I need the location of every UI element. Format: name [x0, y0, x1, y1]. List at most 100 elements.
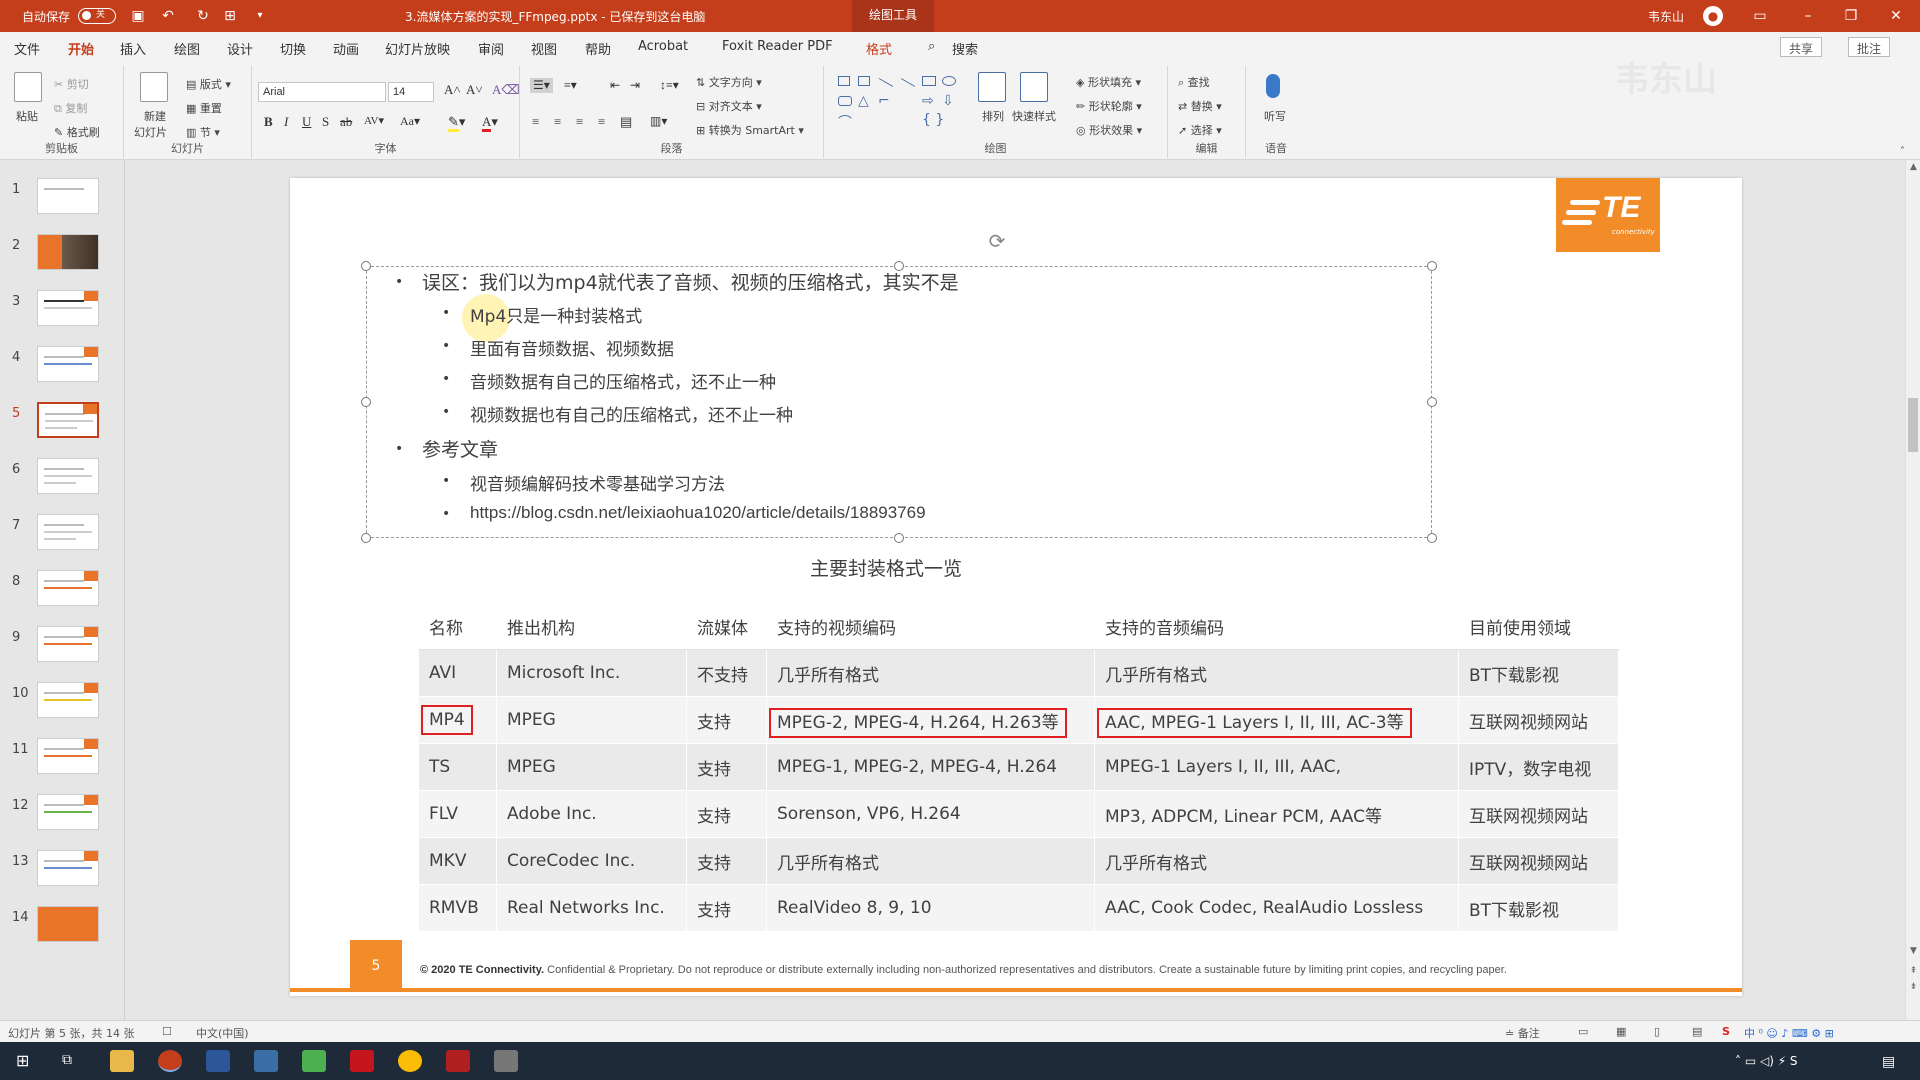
increase-indent-icon[interactable]: ⇥ [630, 78, 640, 93]
arrange-icon[interactable] [978, 72, 1006, 102]
slide-sorter-view-icon[interactable]: ▦ [1616, 1025, 1626, 1038]
connector-shape-icon[interactable]: ⌐ [878, 93, 890, 109]
brace-shape-icon[interactable]: { } [922, 112, 944, 128]
ime-logo-icon[interactable]: S [1722, 1025, 1730, 1038]
bullet-level2[interactable]: Mp4只是一种封装格式 [470, 302, 642, 327]
tab-design[interactable]: 设计 [227, 39, 253, 58]
shape-outline-button[interactable]: ✏ 形状轮廓 ▾ [1076, 98, 1142, 114]
bullet-level2[interactable]: 里面有音频数据、视频数据 [470, 335, 674, 360]
autosave-toggle[interactable]: 关 [78, 8, 116, 24]
powerpoint-icon[interactable] [158, 1050, 182, 1072]
shapes-gallery[interactable]: △ ⌐ ⇨ ⇩ ⌒ { } [838, 74, 968, 134]
slide-thumbnail[interactable]: 2 [0, 234, 125, 286]
slide-thumbnail[interactable]: 1 [0, 178, 125, 230]
redo-icon[interactable]: ↻ [195, 8, 211, 24]
bullet-level1[interactable]: 误区：我们以为mp4就代表了音频、视频的压缩格式，其实不是 [422, 268, 959, 295]
resize-handle[interactable] [361, 397, 371, 407]
ime-toolbar-icon[interactable]: 中 ⁰ ☺ ♪ ⌨ ⚙ ⊞ [1744, 1025, 1834, 1041]
tab-file[interactable]: 文件 [14, 39, 40, 58]
search-box[interactable]: 搜索 [952, 39, 978, 58]
tab-transitions[interactable]: 切换 [280, 39, 306, 58]
cut-button[interactable]: ✂ 剪切 [54, 76, 89, 92]
notification-center-icon[interactable]: ▤ [1882, 1054, 1895, 1070]
align-text-button[interactable]: ⊟ 对齐文本 ▾ [696, 98, 762, 114]
italic-icon[interactable]: I [284, 114, 288, 130]
copy-button[interactable]: ⧉ 复制 [54, 100, 87, 116]
oval-shape-icon[interactable] [942, 76, 956, 86]
tray-icons[interactable]: ˄ ▭ ◁) ⚡ S [1735, 1054, 1798, 1068]
tab-animations[interactable]: 动画 [333, 39, 359, 58]
columns-icon[interactable]: ▥▾ [650, 114, 667, 129]
slideshow-view-icon[interactable]: ▤ [1692, 1025, 1702, 1038]
notes-button[interactable]: ≐ 备注 [1505, 1025, 1540, 1041]
align-right-icon[interactable]: ≡ [576, 114, 583, 130]
resize-handle[interactable] [1427, 533, 1437, 543]
avatar[interactable]: ● [1703, 6, 1723, 26]
scrollbar-thumb[interactable] [1908, 398, 1918, 452]
font-name-select[interactable]: Arial [258, 82, 386, 102]
text-direction-button[interactable]: ⇅ 文字方向 ▾ [696, 74, 762, 90]
triangle-shape-icon[interactable]: △ [858, 93, 869, 109]
replace-button[interactable]: ⇄ 替换 ▾ [1178, 98, 1222, 114]
paste-button[interactable]: 粘贴 [16, 108, 38, 124]
rounded-rectangle-shape-icon[interactable] [838, 96, 852, 106]
presentation-icon[interactable]: ⊞ [222, 8, 238, 24]
resize-handle[interactable] [1427, 261, 1437, 271]
underline-icon[interactable]: U [302, 114, 311, 130]
strikethrough-icon[interactable]: ab [340, 114, 352, 130]
increase-font-size-icon[interactable]: A˄ [444, 82, 461, 98]
slide-thumbnail[interactable]: 3 [0, 290, 125, 342]
bullet-level2[interactable]: 视频数据也有自己的压缩格式，还不止一种 [470, 401, 793, 426]
freeform-shape-icon[interactable]: ⌒ [838, 112, 852, 132]
tab-format[interactable]: 格式 [866, 39, 892, 58]
align-left-icon[interactable]: ≡ [532, 114, 539, 130]
resize-handle[interactable] [361, 261, 371, 271]
slide-thumbnail[interactable]: 6 [0, 458, 125, 510]
new-slide-icon[interactable] [140, 72, 168, 102]
search-icon[interactable]: ⌕ [928, 39, 935, 54]
slide-thumbnail[interactable]: 4 [0, 346, 125, 398]
taskbar-app-icon[interactable] [254, 1050, 278, 1072]
file-explorer-icon[interactable] [110, 1050, 134, 1072]
restore-icon[interactable]: ❐ [1843, 8, 1859, 24]
clear-formatting-icon[interactable]: A⌫ [492, 82, 520, 98]
windows-start-icon[interactable]: ⊞ [16, 1051, 29, 1070]
scroll-down-icon[interactable]: ▼ [1908, 946, 1919, 956]
reference-link[interactable]: https://blog.csdn.net/leixiaohua1020/art… [470, 503, 926, 523]
tab-help[interactable]: 帮助 [585, 39, 611, 58]
change-case-icon[interactable]: Aa▾ [400, 114, 420, 129]
new-slide-button[interactable]: 新建 [144, 108, 166, 124]
taskbar-app-icon[interactable] [446, 1050, 470, 1072]
quick-styles-icon[interactable] [1020, 72, 1048, 102]
line-shape-icon[interactable] [878, 78, 894, 87]
slide-thumbnail[interactable]: 14 [0, 906, 125, 958]
format-painter-button[interactable]: ✎ 格式刷 [54, 124, 100, 140]
slide-thumbnail[interactable]: 10 [0, 682, 125, 734]
filezilla-icon[interactable] [350, 1050, 374, 1072]
tab-view[interactable]: 视图 [531, 39, 557, 58]
highlight-color-icon[interactable]: ✎▾ [448, 114, 465, 132]
ribbon-display-options-icon[interactable]: ▭ [1752, 8, 1768, 24]
taskbar-app-icon[interactable] [302, 1050, 326, 1072]
slide-thumbnail[interactable]: 13 [0, 850, 125, 902]
decrease-font-size-icon[interactable]: A˅ [466, 82, 483, 98]
character-spacing-icon[interactable]: AV▾ [364, 114, 384, 127]
slide-canvas[interactable]: TE connectivity ⟳ • 误区：我们以为mp4就代表了音频、视频的… [290, 178, 1742, 996]
chrome-icon[interactable] [398, 1050, 422, 1072]
quick-styles-button[interactable]: 快速样式 [1012, 108, 1056, 124]
slide-thumbnail[interactable]: 7 [0, 514, 125, 566]
arrow-shape-icon[interactable] [900, 78, 916, 87]
save-icon[interactable]: ▣ [130, 8, 146, 24]
justify-icon[interactable]: ≡ [598, 114, 605, 130]
new-slide-button-line2[interactable]: 幻灯片 [134, 124, 167, 140]
find-button[interactable]: ⌕ 查找 [1178, 74, 1210, 90]
block-arrow-shape-icon[interactable]: ⇨ [922, 93, 934, 109]
bullets-icon[interactable]: ☰▾ [530, 78, 553, 93]
collapse-ribbon-icon[interactable]: ˄ [1900, 146, 1905, 157]
resize-handle[interactable] [894, 533, 904, 543]
taskbar-app-icon[interactable] [206, 1050, 230, 1072]
layout-button[interactable]: ▤ 版式 ▾ [186, 76, 231, 92]
user-name[interactable]: 韦东山 [1648, 8, 1684, 25]
resize-handle[interactable] [1427, 397, 1437, 407]
down-arrow-shape-icon[interactable]: ⇩ [942, 93, 954, 109]
